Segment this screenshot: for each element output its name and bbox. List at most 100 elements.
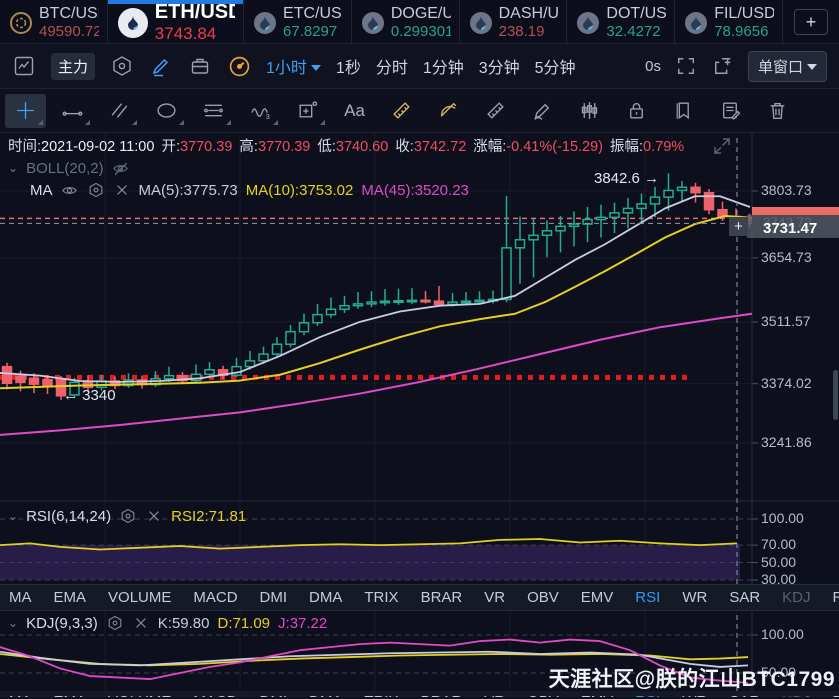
settings-hexagon-icon[interactable] [106,614,124,632]
add-ticker-button[interactable]: + [794,9,828,35]
indicator-tab-ema[interactable]: EMA [54,589,87,606]
ticker-dot-usdt[interactable]: DOT/USDT32.4272 [567,0,675,43]
ticker-fil-usdt[interactable]: FIL/USDT78.9656 [675,0,783,43]
countdown-label: 0s [645,58,661,75]
indicator-tab-roc[interactable]: ROC [833,589,839,606]
window-mode-button[interactable]: 单窗口 [748,51,827,82]
ruler-highlight-tool[interactable] [381,94,422,128]
kdj-k-value: K:59.80 [158,615,210,632]
indicator-tab-brar[interactable]: BRAR [421,691,463,697]
settings-hexagon-icon[interactable] [119,507,137,525]
indicator-tab-trix[interactable]: TRIX [364,589,398,606]
chart-canvas[interactable] [0,133,839,697]
kdj-j-value: J:37.22 [278,615,327,632]
draw-pencil-icon[interactable] [149,54,173,78]
indicator-tab-macd[interactable]: MACD [193,589,237,606]
crosshair-price-tag: 3731.47 [747,215,839,238]
ticker-eth-usdt[interactable]: ETH/USDT3743.84 [108,0,244,43]
indicator-tab-emv[interactable]: EMV [581,589,614,606]
close-icon[interactable] [132,614,150,632]
ticker-doge-usdt[interactable]: DOGE/USDT0.299301 [352,0,460,43]
ticker-etc-usdt[interactable]: ETC/USDT67.8297 [244,0,352,43]
timeframe-1秒[interactable]: 1秒 [336,54,361,78]
info-segment: 时间:2021-09-02 11:00 [8,135,154,156]
indicator-tab-macd[interactable]: MACD [193,691,237,697]
add-pane-icon[interactable] [711,54,735,78]
brush-tool[interactable] [522,94,563,128]
indicator-tab-bar: MA EMA VOLUME MACD DMI DMA TRIX BRAR VR OBV EMV RSI… [0,584,839,611]
collapse-chevron-icon[interactable]: ⌄ [8,161,18,175]
indicator-tab-dmi[interactable]: DMI [260,691,288,697]
indicator-tab-sar[interactable]: SAR [729,589,760,606]
ma5-value: MA(5):3775.73 [139,182,238,199]
chart-type-icon[interactable] [12,54,36,78]
ticker-btc-usdt[interactable]: BTC/USDT49590.72 [0,0,108,43]
parallel-channel-tool[interactable] [99,94,140,128]
eye-off-icon[interactable] [112,159,130,177]
indicator-tab-obv[interactable]: OBV [527,589,559,606]
indicator-tab-dma[interactable]: DMA [309,589,342,606]
indicator-tab-dma[interactable]: DMA [309,691,342,697]
notes-tool[interactable] [710,94,751,128]
ticker-dash-usdt[interactable]: DASH/USDT238.19 [460,0,568,43]
ellipse-tool[interactable] [146,94,187,128]
info-segment: 开:3770.39 [161,135,232,156]
settings-hexagon-icon[interactable] [87,181,105,199]
indicator-tab-vr[interactable]: VR [484,589,505,606]
collapse-chevron-icon[interactable]: ⌄ [8,616,18,630]
price-axis-label: 3654.73 [761,249,812,265]
close-icon[interactable] [113,181,131,199]
ma45-value: MA(45):3520.23 [361,182,469,199]
info-segment: 高:3770.39 [239,135,310,156]
indicator-tab-ma[interactable]: MA [9,691,32,697]
trash-tool[interactable] [757,94,798,128]
indicator-tab-kdj[interactable]: KDJ [782,589,810,606]
fullscreen-icon[interactable] [674,54,698,78]
ticker-price: 0.299301 [391,23,451,40]
briefcase-icon[interactable] [188,54,212,78]
ruler-tool[interactable] [475,94,516,128]
indicator-tab-rsi[interactable]: RSI [635,589,660,606]
info-segment: 振幅:0.79% [610,135,684,156]
indicator-hexagon-icon[interactable] [110,54,134,78]
timeframe-1分钟[interactable]: 1分钟 [423,54,464,78]
fib-retracement-tool[interactable] [193,94,234,128]
eye-icon[interactable] [61,181,79,199]
indicator-tab-volume[interactable]: VOLUME [108,589,171,606]
indicator-tab-brar[interactable]: BRAR [421,589,463,606]
collapse-chevron-icon[interactable]: ⌄ [8,509,18,523]
trendline-tool[interactable] [52,94,93,128]
elliott-wave-tool[interactable]: 3 [240,94,281,128]
bookmark-tool[interactable] [663,94,704,128]
pattern-tool[interactable] [569,94,610,128]
indicator-tab-dmi[interactable]: DMI [260,589,288,606]
indicator-tab-ma[interactable]: MA [9,589,32,606]
indicator-tab-trix[interactable]: TRIX [364,691,398,697]
timeframe-5分钟[interactable]: 5分钟 [535,54,576,78]
axis-scrollbar[interactable] [833,370,838,420]
price-axis-label: 3511.57 [761,313,811,329]
ticker-pair: DOGE/USDT [391,5,451,23]
pane-expand-icon[interactable] [714,138,730,154]
lock-tool[interactable] [616,94,657,128]
indicator-tab-vr[interactable]: VR [484,691,505,697]
indicator-tab-volume[interactable]: VOLUME [108,691,171,697]
text-tool[interactable]: Aa [334,94,375,128]
info-segment: 涨幅:-0.41%(-15.29) [473,135,603,156]
indicator-tab-ema[interactable]: EMA [54,691,87,697]
indicator-tab-wr[interactable]: WR [682,589,707,606]
watermark: 天涯社区@朕的江山BTC1799 [549,663,835,693]
crosshair-tool[interactable] [5,94,46,128]
timeframe-1小时[interactable]: 1小时 [266,54,321,78]
rsi-axis-label: 50.00 [761,554,796,570]
main-force-button[interactable]: 主力 [51,53,95,80]
measure-tool[interactable] [287,94,328,128]
gauge-icon[interactable] [227,54,251,78]
ticker-bar: BTC/USDT49590.72ETH/USDT3743.84ETC/USDT6… [0,0,839,44]
timeframe-分时[interactable]: 分时 [376,54,408,78]
ticker-pair: FIL/USDT [714,5,774,23]
timeframe-3分钟[interactable]: 3分钟 [479,54,520,78]
ma-indicator-row: MA MA(5):3775.73 MA(10):3753.02 MA(45):3… [30,181,469,199]
close-icon[interactable] [145,507,163,525]
protractor-tool[interactable] [428,94,469,128]
